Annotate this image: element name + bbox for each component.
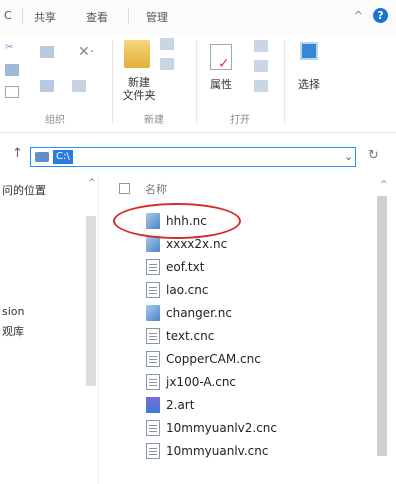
text-file-icon — [146, 443, 160, 459]
file-row[interactable]: eof.txt — [146, 256, 204, 278]
nav-item-version[interactable]: sion — [2, 305, 25, 318]
tab-file[interactable]: C — [4, 9, 12, 22]
chevron-down-icon[interactable]: ⌄ — [344, 150, 353, 163]
drive-icon — [35, 152, 49, 162]
ribbon-controls: ^ ? — [354, 8, 388, 23]
file-row[interactable]: CopperCAM.cnc — [146, 348, 261, 370]
edit-icon[interactable] — [254, 60, 268, 72]
ribbon-divider — [196, 40, 197, 124]
group-label-organize: 组织 — [45, 115, 65, 126]
nc-file-icon — [146, 305, 160, 321]
move-to-icon[interactable] — [40, 46, 54, 58]
nav-item-library[interactable]: 观库 — [2, 323, 24, 339]
file-name: jx100-A.cnc — [166, 375, 237, 389]
highlight-circle — [113, 203, 241, 239]
cut-icon[interactable]: ✂ — [5, 42, 13, 53]
text-file-icon — [146, 351, 160, 367]
refresh-icon[interactable]: ↻ — [368, 148, 379, 163]
file-name: text.cnc — [166, 329, 215, 343]
file-name: 10mmyuanlv.cnc — [166, 444, 269, 458]
nav-scroll-up-icon[interactable]: ^ — [88, 178, 96, 188]
scroll-up-icon[interactable]: ^ — [380, 180, 388, 190]
ribbon-divider — [284, 40, 285, 124]
new-folder-button[interactable]: 新建 文件夹 — [116, 76, 162, 102]
ribbon-divider — [112, 40, 113, 124]
file-row[interactable]: 10mmyuanlv2.cnc — [146, 417, 277, 439]
tab-divider — [22, 8, 23, 24]
file-name: xxxx2x.nc — [166, 237, 228, 251]
open-icon[interactable] — [254, 40, 268, 52]
text-file-icon — [146, 328, 160, 344]
file-name: lao.cnc — [166, 283, 209, 297]
copy-to-icon[interactable] — [40, 80, 54, 92]
ribbon-group-organize: ✂ ✕· 组织 — [0, 34, 110, 132]
text-file-icon — [146, 374, 160, 390]
file-row[interactable]: 10mmyuanlv.cnc — [146, 440, 268, 462]
history-icon[interactable] — [254, 80, 268, 92]
ribbon-tabs: C 共享 查看 管理 ^ ? — [0, 0, 396, 34]
art-file-icon — [146, 397, 160, 413]
tab-view[interactable]: 查看 — [86, 9, 108, 25]
select-all-checkbox[interactable] — [119, 183, 130, 194]
file-name: CopperCAM.cnc — [166, 352, 261, 366]
properties-button[interactable]: 属性 — [198, 78, 244, 91]
ribbon: ✂ ✕· 组织 新建 文件夹 新建 ✓ 属性 打开 选择 — [0, 34, 396, 133]
check-mark-icon: ✓ — [218, 56, 230, 72]
file-list-scrollbar[interactable] — [377, 196, 387, 456]
address-path[interactable]: C:\ — [53, 150, 73, 164]
nav-item-recent[interactable]: 问的位置 — [2, 182, 46, 198]
ribbon-group-open: ✓ 属性 打开 — [198, 34, 282, 132]
file-name: eof.txt — [166, 260, 205, 274]
delete-icon[interactable]: ✕· — [78, 44, 94, 60]
file-name: changer.nc — [166, 306, 233, 320]
column-header-name[interactable]: 名称 — [145, 181, 167, 197]
new-item-icon[interactable] — [160, 38, 174, 50]
easy-access-icon[interactable] — [160, 58, 174, 70]
copy-path-icon[interactable] — [5, 64, 19, 76]
file-row[interactable]: 2.art — [146, 394, 194, 416]
group-label-new: 新建 — [144, 115, 164, 126]
tab-divider — [128, 8, 129, 24]
select-button[interactable]: 选择 — [286, 78, 332, 91]
file-row[interactable]: jx100-A.cnc — [146, 371, 236, 393]
text-file-icon — [146, 259, 160, 275]
up-arrow-icon[interactable]: ↑ — [12, 146, 23, 161]
collapse-ribbon-icon[interactable]: ^ — [354, 9, 363, 22]
text-file-icon — [146, 420, 160, 436]
paste-shortcut-icon[interactable] — [5, 86, 19, 98]
tab-share[interactable]: 共享 — [34, 9, 56, 25]
navigation-pane: 问的位置 sion 观库 — [0, 175, 99, 484]
file-row[interactable]: lao.cnc — [146, 279, 208, 301]
ribbon-group-select: 选择 — [286, 34, 346, 132]
new-folder-icon[interactable] — [124, 40, 150, 68]
file-name: 10mmyuanlv2.cnc — [166, 421, 277, 435]
nc-file-icon — [146, 236, 160, 252]
file-row[interactable]: changer.nc — [146, 302, 232, 324]
help-icon[interactable]: ? — [373, 8, 388, 23]
nav-scrollbar[interactable] — [86, 216, 96, 386]
address-bar[interactable]: C:\ — [30, 147, 356, 167]
file-row[interactable]: text.cnc — [146, 325, 214, 347]
group-label-open: 打开 — [230, 115, 250, 126]
tab-manage[interactable]: 管理 — [146, 9, 168, 25]
select-icon[interactable] — [300, 42, 318, 60]
file-name: 2.art — [166, 398, 195, 412]
ribbon-group-new: 新建 文件夹 新建 — [114, 34, 194, 132]
rename-icon[interactable] — [72, 80, 86, 92]
text-file-icon — [146, 282, 160, 298]
